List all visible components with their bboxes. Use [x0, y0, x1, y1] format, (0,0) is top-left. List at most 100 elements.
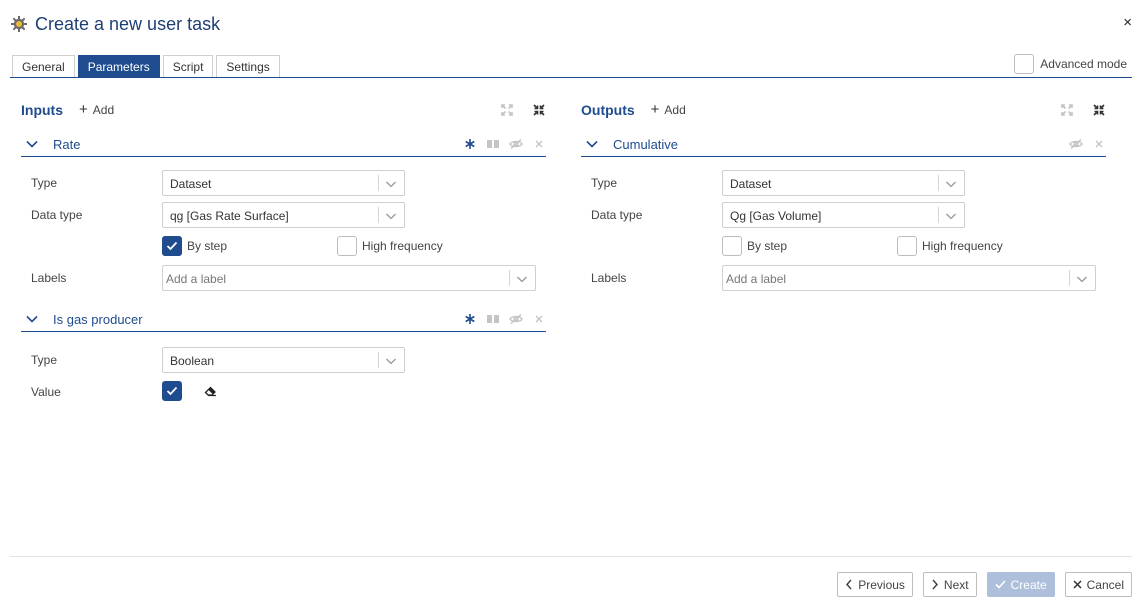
data-type-label: Data type [31, 208, 83, 222]
next-label: Next [943, 577, 969, 592]
expand-all-icon[interactable] [1060, 103, 1074, 117]
high-frequency-checkbox[interactable] [337, 236, 357, 256]
high-frequency-option[interactable]: High frequency [897, 236, 1003, 256]
high-frequency-checkbox[interactable] [897, 236, 917, 256]
remove-icon[interactable] [532, 312, 546, 326]
type-label: Type [591, 176, 618, 190]
create-button[interactable]: Create [986, 572, 1055, 597]
by-step-option[interactable]: By step [722, 236, 787, 256]
asterisk-icon[interactable] [463, 137, 477, 151]
cancel-label: Cancel [1086, 577, 1124, 592]
cancel-button[interactable]: Cancel [1064, 572, 1132, 597]
eraser-icon[interactable] [203, 384, 217, 398]
plus-icon: + [650, 101, 660, 118]
output-section-cumulative: Cumulative Type Dataset Data type Qg [Ga… [581, 132, 1106, 294]
value-label: Value [31, 385, 61, 399]
chevron-down-icon[interactable] [25, 314, 39, 324]
type-value: Boolean [170, 354, 215, 368]
labels-input[interactable]: Add a label [162, 265, 536, 291]
data-type-select[interactable]: Qg [Gas Volume] [722, 202, 965, 228]
tab-script[interactable]: Script [162, 55, 214, 78]
type-label: Type [31, 353, 58, 367]
expand-all-icon[interactable] [500, 103, 514, 117]
labels-input[interactable]: Add a label [722, 265, 1096, 291]
previous-label: Previous [858, 577, 905, 592]
dialog-title: Create a new user task [35, 13, 221, 34]
by-step-checkbox[interactable] [722, 236, 742, 256]
chevron-down-icon[interactable] [585, 139, 599, 149]
labels-row: Labels Add a label [581, 262, 1106, 294]
next-button[interactable]: Next [922, 572, 977, 597]
tab-parameters[interactable]: Parameters [77, 55, 160, 78]
data-type-value: qg [Gas Rate Surface] [170, 209, 289, 223]
data-type-select[interactable]: qg [Gas Rate Surface] [162, 202, 405, 228]
chevron-down-icon [944, 209, 958, 223]
check-icon [995, 580, 1006, 589]
section-title: Rate [53, 136, 81, 152]
type-label: Type [31, 176, 58, 190]
add-input-label: Add [92, 103, 115, 117]
by-step-option[interactable]: By step [162, 236, 227, 256]
advanced-mode-checkbox[interactable] [1014, 54, 1035, 74]
type-row: Type Dataset [581, 167, 1106, 199]
remove-icon[interactable] [1092, 137, 1106, 151]
gear-icon [10, 15, 28, 33]
previous-button[interactable]: Previous [837, 572, 913, 597]
tab-settings[interactable]: Settings [216, 55, 280, 78]
book-icon[interactable] [486, 312, 500, 326]
labels-row: Labels Add a label [21, 262, 546, 294]
asterisk-icon[interactable] [463, 312, 477, 326]
eye-slash-icon[interactable] [509, 312, 523, 326]
type-row: Type Dataset [21, 167, 546, 199]
chevron-down-icon [384, 177, 398, 191]
by-step-label: By step [187, 239, 228, 253]
chevron-down-icon [515, 272, 529, 286]
create-label: Create [1010, 577, 1047, 592]
chevron-down-icon [384, 354, 398, 368]
section-title: Is gas producer [53, 311, 143, 327]
type-value: Dataset [730, 177, 772, 191]
tab-bar: General Parameters Script Settings [12, 55, 283, 78]
value-option[interactable] [162, 381, 217, 401]
value-checkbox[interactable] [162, 381, 182, 401]
outputs-title: Outputs [581, 102, 635, 118]
collapse-all-icon[interactable] [532, 103, 546, 117]
book-icon[interactable] [486, 137, 500, 151]
chevron-right-icon [931, 579, 939, 590]
section-title: Cumulative [613, 136, 679, 152]
eye-slash-icon[interactable] [509, 137, 523, 151]
add-input-button[interactable]: + Add [79, 102, 115, 117]
close-icon [1073, 580, 1082, 589]
remove-icon[interactable] [532, 137, 546, 151]
labels-placeholder: Add a label [166, 272, 227, 286]
type-select[interactable]: Boolean [162, 347, 405, 373]
type-select[interactable]: Dataset [722, 170, 965, 196]
add-output-button[interactable]: + Add [650, 101, 686, 118]
type-value: Dataset [170, 177, 212, 191]
collapse-all-icon[interactable] [1092, 103, 1106, 117]
tab-general[interactable]: General [12, 55, 75, 78]
advanced-mode-label: Advanced mode [1040, 57, 1127, 71]
eye-slash-icon[interactable] [1069, 137, 1083, 151]
close-button[interactable]: × [1123, 14, 1132, 32]
chevron-down-icon[interactable] [25, 139, 39, 149]
high-frequency-option[interactable]: High frequency [337, 236, 443, 256]
footer-divider [10, 556, 1132, 557]
data-type-row: Data type qg [Gas Rate Surface] [21, 199, 546, 231]
input-section-is-gas-producer: Is gas producer Type Boolean Value [21, 307, 546, 408]
by-step-label: By step [747, 239, 788, 253]
high-frequency-label: High frequency [922, 239, 1003, 253]
advanced-mode-toggle[interactable]: Advanced mode [1014, 54, 1127, 74]
chevron-down-icon [944, 177, 958, 191]
type-select[interactable]: Dataset [162, 170, 405, 196]
options-row: By step High frequency [21, 231, 546, 262]
chevron-down-icon [1075, 272, 1089, 286]
chevron-left-icon [845, 579, 853, 590]
dialog-header: Create a new user task [10, 12, 220, 36]
type-row: Type Boolean [21, 344, 546, 376]
inputs-panel: Inputs + Add Rate Type Dataset Data type… [21, 95, 546, 408]
value-row: Value [21, 376, 546, 408]
options-row: By step High frequency [581, 231, 1106, 262]
by-step-checkbox[interactable] [162, 236, 182, 256]
data-type-label: Data type [591, 208, 643, 222]
